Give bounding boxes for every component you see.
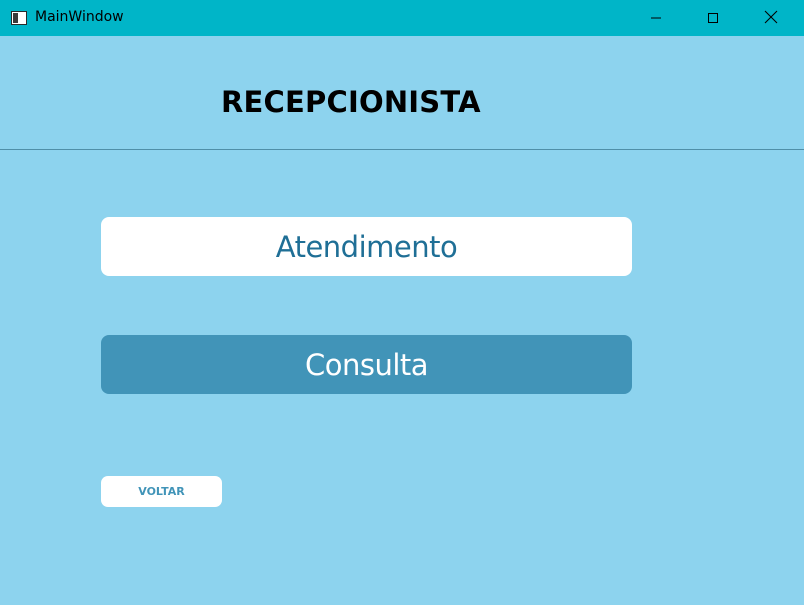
- consulta-button[interactable]: Consulta: [101, 335, 632, 394]
- window-title: MainWindow: [35, 9, 124, 25]
- page-title: RECEPCIONISTA: [221, 85, 481, 119]
- app-window-icon: [11, 10, 27, 25]
- header-divider: [0, 149, 804, 150]
- maximize-button[interactable]: [684, 0, 742, 36]
- voltar-button[interactable]: VOLTAR: [101, 476, 222, 507]
- atendimento-button[interactable]: Atendimento: [101, 217, 632, 276]
- minimize-button[interactable]: [627, 0, 685, 36]
- maximize-icon: [707, 9, 719, 28]
- close-button[interactable]: [742, 0, 800, 36]
- minimize-icon: [650, 9, 662, 28]
- title-bar[interactable]: MainWindow: [0, 0, 804, 36]
- main-window: MainWindow RECEPCIONISTA Atendimento Con…: [0, 0, 804, 605]
- close-icon: [764, 9, 778, 28]
